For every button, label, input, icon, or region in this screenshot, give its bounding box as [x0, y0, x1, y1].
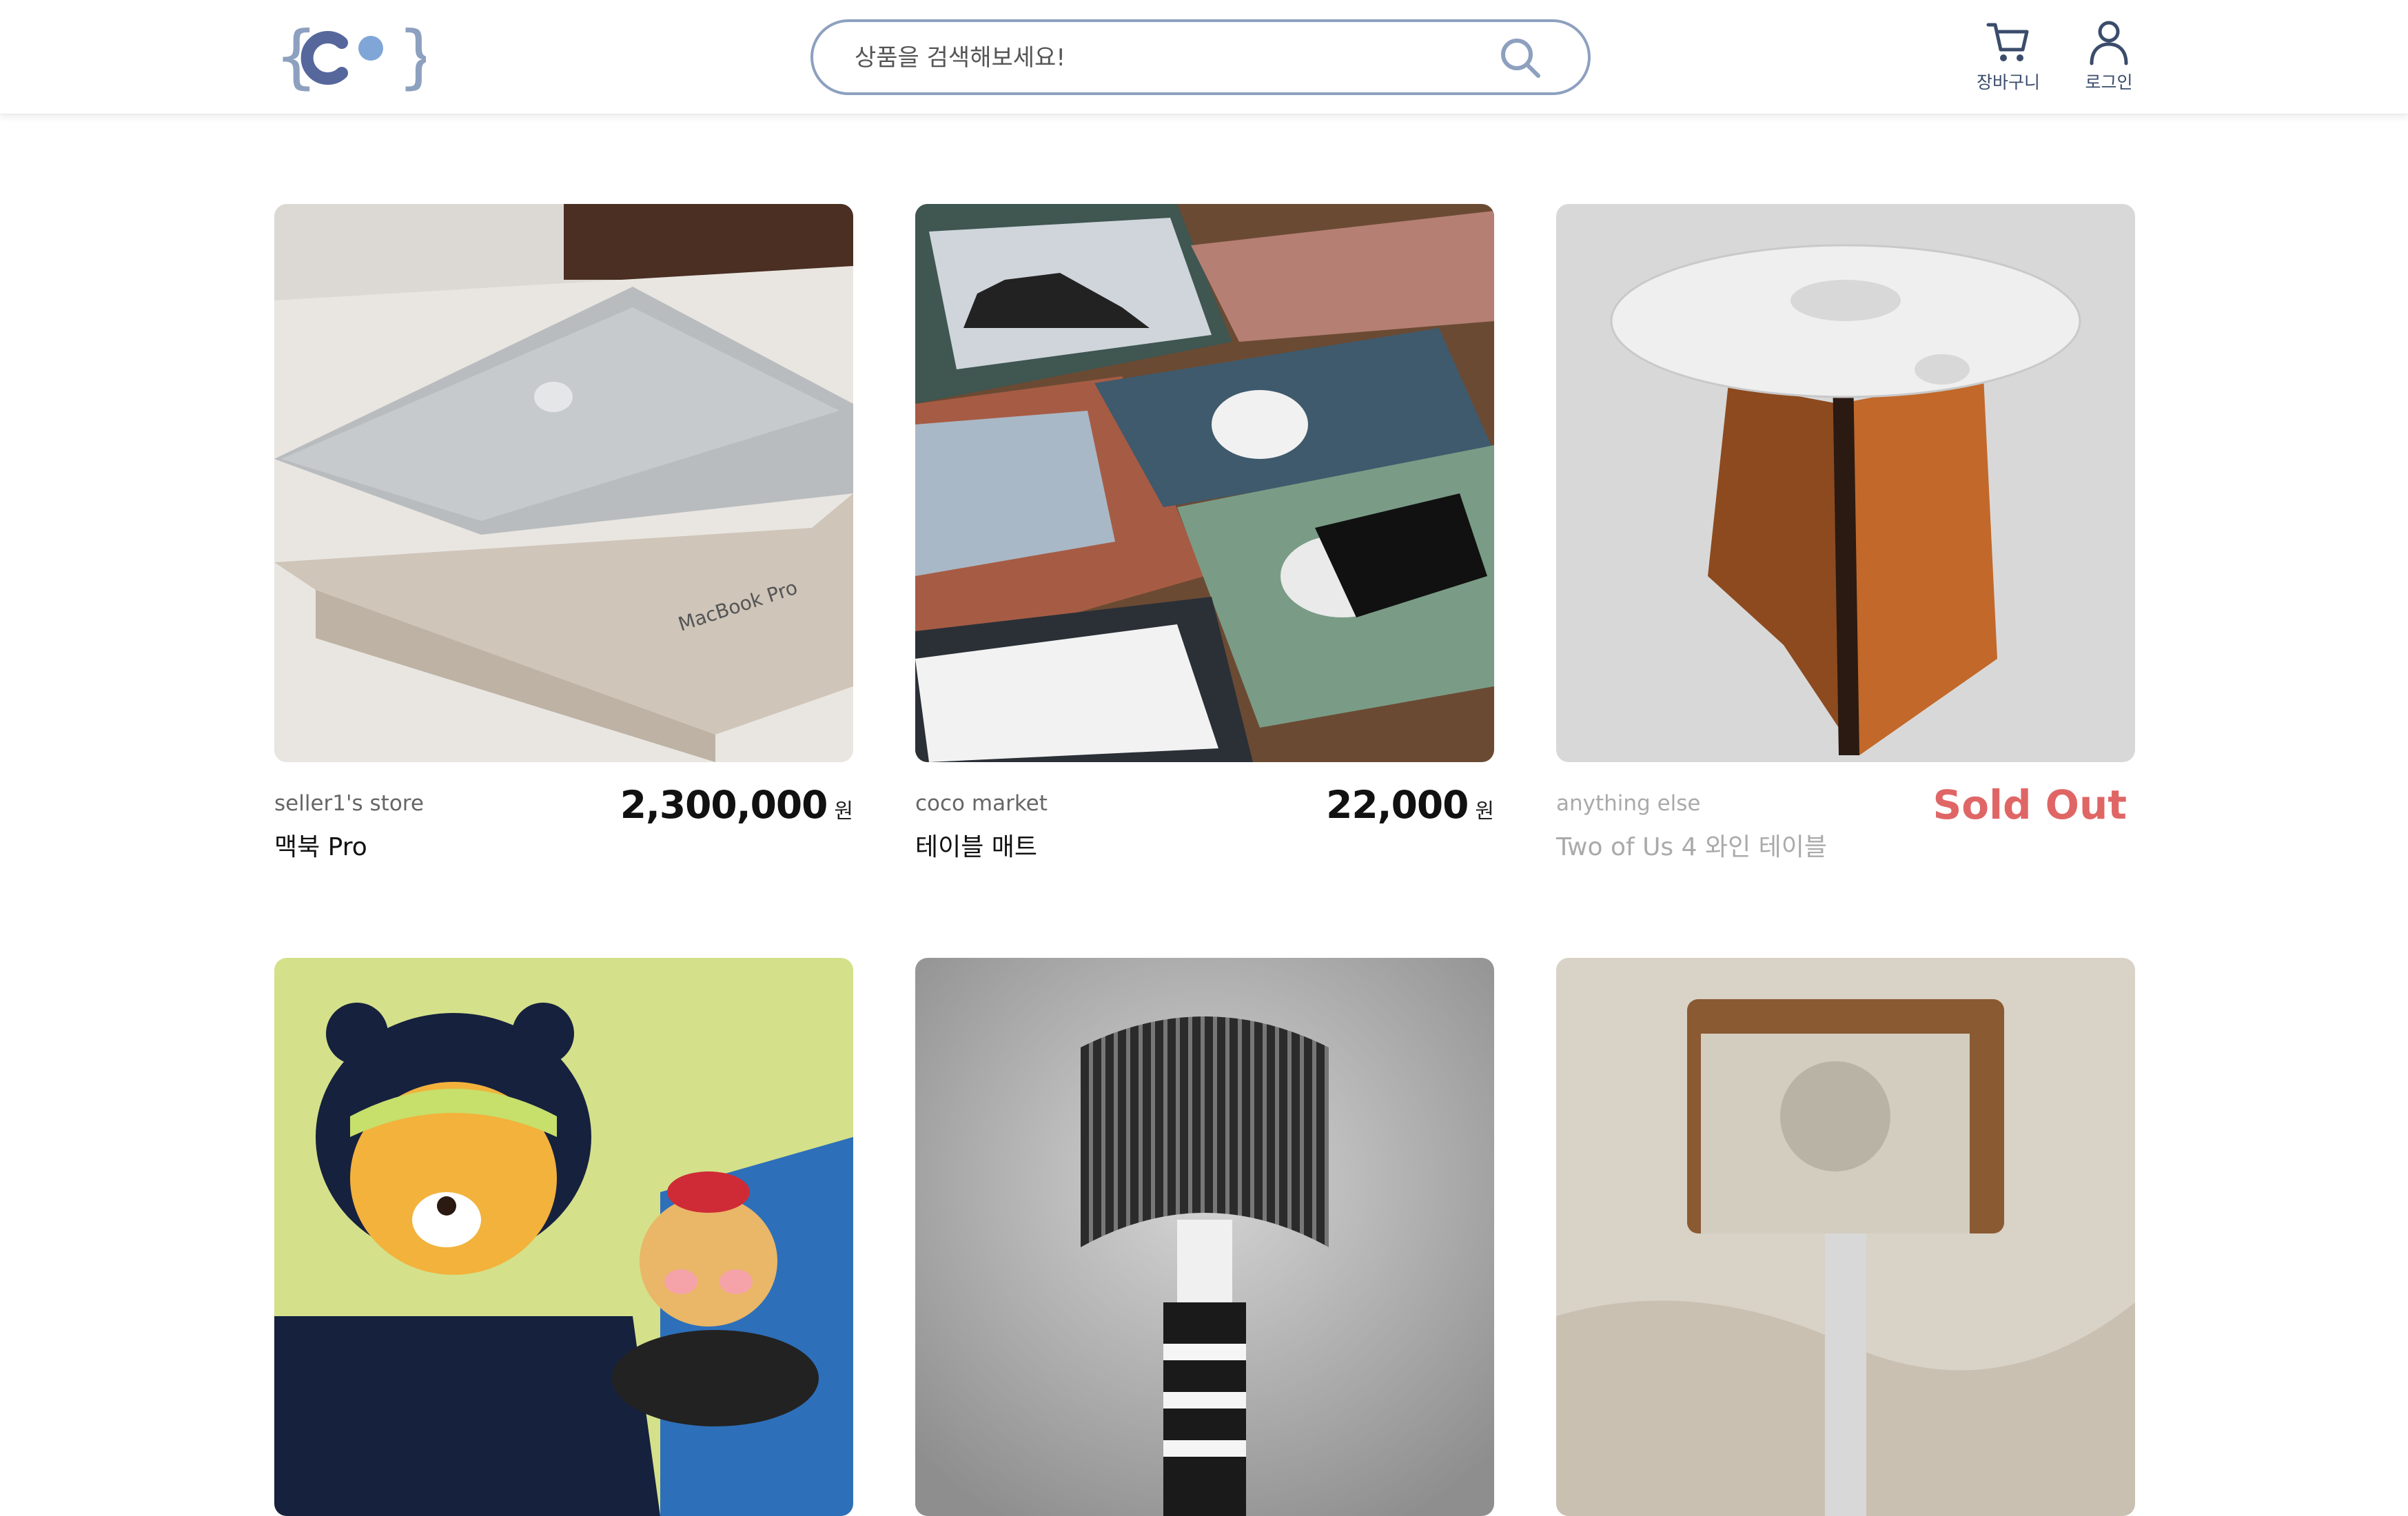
product-card[interactable]: [1556, 958, 2135, 1516]
price-value: 2,300,000: [620, 783, 828, 827]
product-image[interactable]: [1556, 204, 2135, 762]
svg-text:}: }: [397, 19, 426, 95]
search-bar[interactable]: [810, 19, 1591, 95]
price-unit: 원: [1475, 799, 1494, 823]
product-image[interactable]: [915, 204, 1494, 762]
product-card[interactable]: [274, 958, 853, 1516]
cart-label: 장바구니: [1976, 72, 2040, 92]
product-card[interactable]: coco market 테이블 매트 22,000 원: [915, 204, 1494, 865]
store-name: coco market: [915, 791, 1048, 816]
store-name: anything else: [1556, 791, 1701, 816]
product-image[interactable]: [915, 958, 1494, 1516]
top-header: { } 장바구니 로그인: [0, 0, 2408, 114]
product-price: 22,000 원: [1326, 783, 1494, 827]
product-name[interactable]: 맥북 Pro: [274, 827, 367, 863]
product-image[interactable]: [1556, 958, 2135, 1516]
cart-icon: [1986, 23, 2029, 61]
product-image[interactable]: [274, 958, 853, 1516]
product-name[interactable]: 테이블 매트: [915, 827, 1037, 863]
price-unit: 원: [834, 799, 853, 823]
sold-out-badge: Sold Out: [1932, 781, 2127, 828]
product-card[interactable]: [915, 958, 1494, 1516]
product-card[interactable]: MacBook Pro seller1's store 맥북 Pro 2,300…: [274, 204, 853, 865]
price-value: 22,000: [1326, 783, 1469, 827]
store-name: seller1's store: [274, 791, 424, 816]
coco-logo[interactable]: { }: [274, 16, 441, 96]
user-icon: [2090, 21, 2128, 65]
product-image[interactable]: MacBook Pro: [274, 204, 853, 762]
product-price: 2,300,000 원: [620, 783, 853, 827]
cart-button[interactable]: 장바구니: [1960, 18, 2057, 98]
search-input[interactable]: [855, 37, 1475, 79]
product-card[interactable]: anything else Two of Us 4 와인 테이블 Sold Ou…: [1556, 204, 2135, 865]
login-label: 로그인: [2085, 72, 2133, 92]
product-name[interactable]: Two of Us 4 와인 테이블: [1556, 827, 1827, 863]
login-button[interactable]: 로그인: [2061, 18, 2157, 98]
search-icon[interactable]: [1498, 36, 1542, 80]
